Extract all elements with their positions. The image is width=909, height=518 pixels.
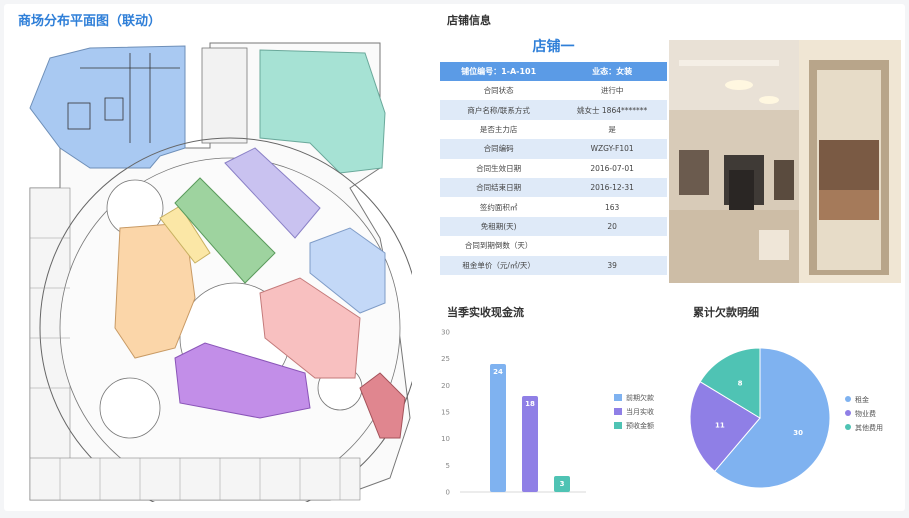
- legend-swatch: [614, 422, 622, 429]
- legend-swatch: [614, 408, 622, 415]
- row-label: 合同状态: [440, 81, 558, 101]
- table-row: 签约面积㎡ 163: [440, 197, 667, 217]
- row-value: WZGY-F101: [557, 139, 667, 159]
- row-label: 合同编码: [440, 139, 558, 159]
- shop-info-header: 铺位编号：1-A-101 业态：女装: [440, 62, 667, 81]
- bar: [522, 396, 538, 492]
- store-name: 店铺一: [532, 39, 575, 55]
- y-tick-label: 20: [441, 382, 450, 390]
- table-row: 是否主力店是: [440, 119, 667, 140]
- bar: [490, 364, 506, 492]
- row-value: 163: [557, 197, 667, 217]
- row-value: 是: [557, 119, 667, 140]
- table-row: 租金单价（元/㎡/天） 39: [440, 255, 667, 275]
- row-label: 签约面积㎡: [440, 197, 558, 217]
- pie-value-label: 11: [715, 421, 725, 429]
- legend-label: 物业费: [855, 409, 876, 418]
- row-value: 39: [557, 255, 667, 275]
- shop-info-title: 店铺信息: [447, 14, 491, 27]
- table-row: 合同生效日期 2016-07-01: [440, 158, 667, 178]
- zone-top-left: [29, 45, 186, 169]
- legend-swatch: [845, 396, 851, 402]
- row-label: 是否主力店: [440, 119, 558, 140]
- table-row: 合同到期倒数（天）: [440, 236, 667, 256]
- legend-swatch: [845, 410, 851, 416]
- row-label: 合同到期倒数（天）: [440, 236, 558, 256]
- legend-swatch: [845, 424, 851, 430]
- bar-value-label: 18: [525, 400, 535, 408]
- y-tick-label: 5: [446, 462, 450, 470]
- y-tick-label: 15: [441, 409, 450, 417]
- pie-value-label: 8: [738, 380, 743, 388]
- row-value: 姚女士 1864*******: [557, 100, 667, 120]
- row-value: 20: [557, 216, 667, 237]
- shop-info-table: 铺位编号：1-A-101 业态：女装 合同状态 进行中 商户名称/联系方式 姚女士 …: [440, 62, 667, 275]
- row-label: 合同结束日期: [440, 177, 558, 198]
- table-row: 免租期(天) 20: [440, 216, 667, 237]
- legend-label: 预收金额: [626, 421, 654, 430]
- y-tick-label: 10: [441, 435, 450, 443]
- business-type: 业态：女装: [557, 62, 667, 81]
- arrears-pie-chart: 30 11 8 租金物业费其他费用: [689, 347, 883, 489]
- legend-label: 前期欠款: [626, 393, 654, 402]
- pie-value-label: 30: [793, 429, 803, 437]
- row-label: 租金单价（元/㎡/天）: [440, 255, 558, 275]
- row-label: 合同生效日期: [440, 158, 558, 178]
- atrium-node-bottom-left: [99, 377, 161, 439]
- row-label: 商户名称/联系方式: [440, 100, 558, 120]
- zone-bottom-band: [29, 457, 361, 501]
- cashflow-bar-chart: 0 5 10 15 20 25 30 24 18 3 前期欠款当月实收预收金额: [441, 329, 654, 497]
- legend-label: 租金: [855, 395, 869, 404]
- row-value: 进行中: [557, 81, 667, 101]
- unit-number: 铺位编号：1-A-101: [440, 62, 558, 81]
- y-tick-label: 30: [441, 329, 450, 337]
- y-tick-label: 25: [441, 355, 450, 363]
- zone-top-middle: [201, 47, 248, 144]
- legend-label: 其他费用: [855, 423, 883, 432]
- floor-plan-map[interactable]: [20, 38, 412, 502]
- map-title: 商场分布平面图（联动）: [18, 14, 162, 29]
- table-row: 合同结束日期 2016-12-31: [440, 177, 667, 198]
- table-row: 合同编码 WZGY-F101: [440, 139, 667, 159]
- bar-value-label: 3: [560, 480, 565, 488]
- row-value: 2016-12-31: [557, 177, 667, 198]
- y-tick-label: 0: [446, 489, 450, 497]
- row-label: 免租期(天): [440, 216, 558, 237]
- legend-swatch: [614, 394, 622, 401]
- legend-label: 当月实收: [626, 407, 654, 416]
- table-row: 商户名称/联系方式 姚女士 1864*******: [440, 100, 667, 120]
- row-value: [557, 236, 667, 256]
- store-photo: [669, 40, 901, 283]
- row-value: 2016-07-01: [557, 158, 667, 178]
- table-row: 合同状态 进行中: [440, 81, 667, 101]
- bar-value-label: 24: [493, 368, 503, 376]
